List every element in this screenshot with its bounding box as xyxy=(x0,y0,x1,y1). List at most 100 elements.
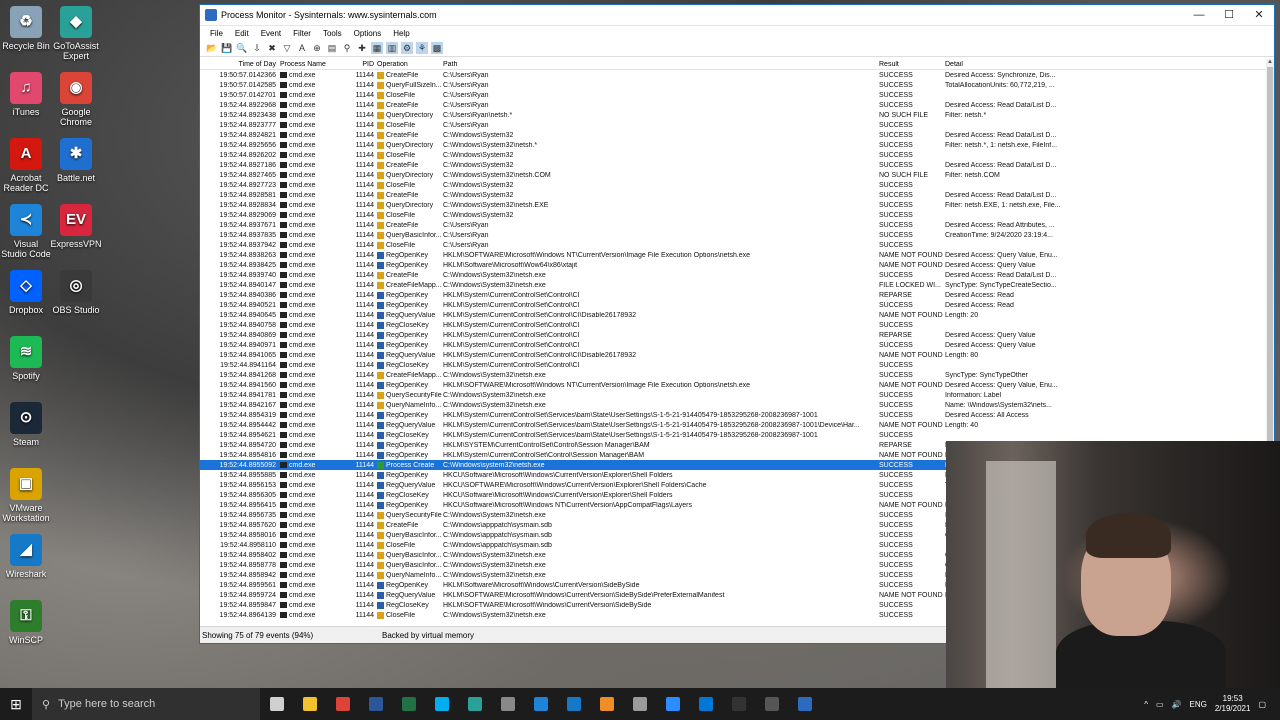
menu-event[interactable]: Event xyxy=(255,29,287,38)
clock[interactable]: 19:53 2/19/2021 xyxy=(1215,694,1251,714)
jump-icon[interactable]: ✚ xyxy=(356,42,368,54)
registry-activity-icon[interactable]: ▦ xyxy=(371,42,383,54)
taskbar-app[interactable] xyxy=(524,688,557,720)
file-activity-icon[interactable]: ▥ xyxy=(386,42,398,54)
minimize-button[interactable]: — xyxy=(1184,5,1214,25)
close-button[interactable]: ✕ xyxy=(1244,5,1274,25)
menu-edit[interactable]: Edit xyxy=(229,29,255,38)
capture-icon[interactable]: 🔍 xyxy=(236,42,248,54)
table-row[interactable]: 19:52:44.8940758 cmd.exe 11144 RegCloseKey H… xyxy=(200,320,1268,330)
table-row[interactable]: 19:52:44.8941781 cmd.exe 11144 QuerySecurit… xyxy=(200,390,1268,400)
network-activity-icon[interactable]: ⚙ xyxy=(401,42,413,54)
table-row[interactable]: 19:52:44.8940869 cmd.exe 11144 RegOpenKey HK… xyxy=(200,330,1268,340)
table-row[interactable]: 19:52:44.8940645 cmd.exe 11144 RegQueryValu… xyxy=(200,310,1268,320)
open-icon[interactable]: 📂 xyxy=(206,42,218,54)
table-row[interactable]: 19:52:44.8941164 cmd.exe 11144 RegCloseKey H… xyxy=(200,360,1268,370)
table-row[interactable]: 19:52:44.8926202 cmd.exe 11144 CloseFile C:\… xyxy=(200,150,1268,160)
desktop-icon[interactable]: ◎ OBS Studio xyxy=(50,270,102,315)
desktop-icon[interactable]: ≋ Spotify xyxy=(0,336,52,381)
target-icon[interactable]: ⊕ xyxy=(311,42,323,54)
table-row[interactable]: 19:52:44.8928581 cmd.exe 11144 CreateFile C:… xyxy=(200,190,1268,200)
table-row[interactable]: 19:52:44.8954621 cmd.exe 11144 RegCloseKey H… xyxy=(200,430,1268,440)
taskbar-app[interactable] xyxy=(755,688,788,720)
tree-icon[interactable]: ▤ xyxy=(326,42,338,54)
table-row[interactable]: 19:52:44.8925656 cmd.exe 11144 QueryDirecto… xyxy=(200,140,1268,150)
desktop-icon[interactable]: ◉ Google Chrome xyxy=(50,72,102,127)
table-row[interactable]: 19:52:44.8941065 cmd.exe 11144 RegQueryValu… xyxy=(200,350,1268,360)
table-row[interactable]: 19:52:44.8954442 cmd.exe 11144 RegQueryValu… xyxy=(200,420,1268,430)
desktop-icon[interactable]: ◇ Dropbox xyxy=(0,270,52,315)
desktop-icon[interactable]: ◆ GoToAssist Expert xyxy=(50,6,102,61)
process-activity-icon[interactable]: ⚘ xyxy=(416,42,428,54)
table-row[interactable]: 19:52:44.8939740 cmd.exe 11144 CreateFile C:… xyxy=(200,270,1268,280)
table-row[interactable]: 19:52:44.8923777 cmd.exe 11144 CloseFile C:\… xyxy=(200,120,1268,130)
table-row[interactable]: 19:50:57.0142366 cmd.exe 11144 CreateFile C:… xyxy=(200,70,1268,80)
highlight-icon[interactable]: A xyxy=(296,42,308,54)
desktop-icon[interactable]: ✱ Battle.net xyxy=(50,138,102,183)
taskbar-app[interactable] xyxy=(722,688,755,720)
desktop-icon[interactable]: ⚿ WinSCP xyxy=(0,600,52,645)
desktop-icon[interactable]: ⊙ Steam xyxy=(0,402,52,447)
clear-icon[interactable]: ✖ xyxy=(266,42,278,54)
table-row[interactable]: 19:52:44.8942167 cmd.exe 11144 QueryNameInf… xyxy=(200,400,1268,410)
table-row[interactable]: 19:52:44.8929069 cmd.exe 11144 CloseFile C:\… xyxy=(200,210,1268,220)
table-row[interactable]: 19:50:57.0142585 cmd.exe 11144 QueryFullSiz… xyxy=(200,80,1268,90)
scroll-up-icon[interactable]: ▲ xyxy=(1266,59,1274,65)
col-process[interactable]: Process Name xyxy=(279,61,346,68)
table-row[interactable]: 19:52:44.8928834 cmd.exe 11144 QueryDirecto… xyxy=(200,200,1268,210)
col-pid[interactable]: PID xyxy=(346,61,377,68)
taskbar-app[interactable] xyxy=(359,688,392,720)
scroll-thumb[interactable] xyxy=(1267,67,1273,447)
table-row[interactable]: 19:52:44.8938263 cmd.exe 11144 RegOpenKey HK… xyxy=(200,250,1268,260)
table-row[interactable]: 19:52:44.8938425 cmd.exe 11144 RegOpenKey HK… xyxy=(200,260,1268,270)
table-row[interactable]: 19:52:44.8927186 cmd.exe 11144 CreateFile C:… xyxy=(200,160,1268,170)
table-row[interactable]: 19:52:44.8922968 cmd.exe 11144 CreateFile C:… xyxy=(200,100,1268,110)
filter-icon[interactable]: ▽ xyxy=(281,42,293,54)
table-row[interactable]: 19:52:44.8941268 cmd.exe 11144 CreateFileMa… xyxy=(200,370,1268,380)
taskbar-app[interactable] xyxy=(788,688,821,720)
table-row[interactable]: 19:52:44.8941560 cmd.exe 11144 RegOpenKey HK… xyxy=(200,380,1268,390)
desktop-icon[interactable]: ♫ iTunes xyxy=(0,72,52,117)
language-indicator[interactable]: ENG xyxy=(1190,700,1207,709)
taskbar-app[interactable] xyxy=(623,688,656,720)
desktop-icon[interactable]: EV ExpressVPN xyxy=(50,204,102,249)
save-icon[interactable]: 💾 xyxy=(221,42,233,54)
table-row[interactable]: 19:52:44.8940147 cmd.exe 11144 CreateFileMa… xyxy=(200,280,1268,290)
chevron-up-icon[interactable]: ^ xyxy=(1144,700,1148,709)
taskbar-app[interactable] xyxy=(656,688,689,720)
table-row[interactable]: 19:52:44.8937835 cmd.exe 11144 QueryBasicIn… xyxy=(200,230,1268,240)
taskbar-app[interactable] xyxy=(491,688,524,720)
desktop-icon[interactable]: ♻ Recycle Bin xyxy=(0,6,52,51)
taskbar-app[interactable] xyxy=(260,688,293,720)
table-row[interactable]: 19:52:44.8940971 cmd.exe 11144 RegOpenKey HK… xyxy=(200,340,1268,350)
desktop-icon[interactable]: ▣ VMware Workstation xyxy=(0,468,52,523)
maximize-button[interactable]: ☐ xyxy=(1214,5,1244,25)
table-row[interactable]: 19:50:57.0142701 cmd.exe 11144 CloseFile C:\… xyxy=(200,90,1268,100)
table-row[interactable]: 19:52:44.8954319 cmd.exe 11144 RegOpenKey HK… xyxy=(200,410,1268,420)
desktop-icon[interactable]: ◢ Wireshark xyxy=(0,534,52,579)
col-operation[interactable]: Operation xyxy=(377,61,443,68)
autoscroll-icon[interactable]: ⇩ xyxy=(251,42,263,54)
taskbar-app[interactable] xyxy=(425,688,458,720)
notifications-icon[interactable]: ▢ xyxy=(1258,700,1266,709)
search-box[interactable]: ⚲ Type here to search xyxy=(32,688,260,720)
table-row[interactable]: 19:52:44.8923438 cmd.exe 11144 QueryDirecto… xyxy=(200,110,1268,120)
table-row[interactable]: 19:52:44.8927723 cmd.exe 11144 CloseFile C:\… xyxy=(200,180,1268,190)
col-path[interactable]: Path xyxy=(443,61,879,68)
menu-help[interactable]: Help xyxy=(387,29,415,38)
table-row[interactable]: 19:52:44.8940521 cmd.exe 11144 RegOpenKey HK… xyxy=(200,300,1268,310)
menu-options[interactable]: Options xyxy=(348,29,388,38)
table-row[interactable]: 19:52:44.8940386 cmd.exe 11144 RegOpenKey HK… xyxy=(200,290,1268,300)
find-icon[interactable]: ⚲ xyxy=(341,42,353,54)
menu-tools[interactable]: Tools xyxy=(317,29,348,38)
taskbar-app[interactable] xyxy=(458,688,491,720)
col-result[interactable]: Result xyxy=(879,61,945,68)
desktop-icon[interactable]: ≺ Visual Studio Code xyxy=(0,204,52,259)
table-row[interactable]: 19:52:44.8937942 cmd.exe 11144 CloseFile C:\… xyxy=(200,240,1268,250)
volume-icon[interactable]: 🔊 xyxy=(1172,700,1182,709)
taskbar-app[interactable] xyxy=(689,688,722,720)
start-button[interactable]: ⊞ xyxy=(0,688,32,720)
taskbar-app[interactable] xyxy=(392,688,425,720)
taskbar-app[interactable] xyxy=(293,688,326,720)
col-time[interactable]: Time of Day xyxy=(200,61,279,68)
